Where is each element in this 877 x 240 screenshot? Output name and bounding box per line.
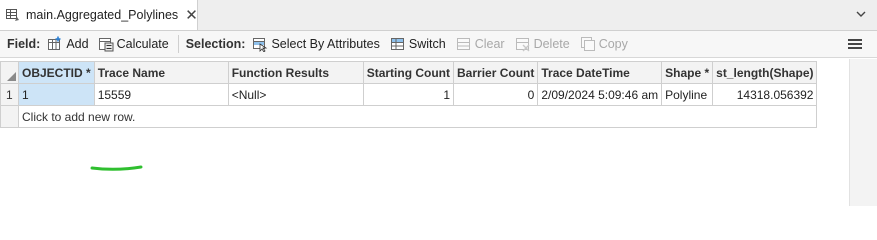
header-row: OBJECTID * Trace Name Function Results S… xyxy=(0,61,818,84)
delete-label: Delete xyxy=(533,37,570,51)
green-underline-annotation xyxy=(90,165,143,171)
cell-trace-datetime[interactable]: 2/09/2024 5:09:46 am xyxy=(537,83,663,106)
corner-triangle-icon xyxy=(7,72,16,81)
switch-label: Switch xyxy=(408,37,446,51)
cell-st-length[interactable]: 14318.056392 xyxy=(712,83,818,106)
selection-label: Selection: xyxy=(185,37,246,51)
toolbar-divider xyxy=(177,35,179,53)
clear-selection-icon xyxy=(456,36,472,52)
copy-label: Copy xyxy=(598,37,628,51)
column-header-shape[interactable]: Shape * xyxy=(661,61,714,84)
attribute-grid: OBJECTID * Trace Name Function Results S… xyxy=(0,61,818,128)
vertical-scrollbar[interactable] xyxy=(849,59,877,206)
column-header-st-length[interactable]: st_length(Shape) xyxy=(712,61,818,84)
calculate-field-button[interactable]: Calculate xyxy=(98,36,169,52)
switch-selection-icon xyxy=(390,36,406,52)
tab-title: main.Aggregated_Polylines xyxy=(26,8,179,22)
copy-selection-button[interactable]: Copy xyxy=(580,36,628,52)
select-by-attributes-icon xyxy=(252,36,268,52)
hamburger-menu-icon[interactable] xyxy=(848,37,862,51)
delete-selection-button[interactable]: Delete xyxy=(515,36,570,52)
add-new-row-text[interactable]: Click to add new row. xyxy=(17,105,818,128)
add-label: Add xyxy=(66,37,89,51)
column-header-trace-datetime[interactable]: Trace DateTime xyxy=(537,61,663,84)
table-row[interactable]: 1 1 15559 <Null> 1 0 2/09/2024 5:09:46 a… xyxy=(0,83,818,106)
switch-selection-button[interactable]: Switch xyxy=(390,36,446,52)
calculator-icon xyxy=(98,36,114,52)
delete-icon xyxy=(515,36,531,52)
tab-strip: main.Aggregated_Polylines ✕ xyxy=(0,0,877,31)
column-header-barrier-count[interactable]: Barrier Count xyxy=(453,61,539,84)
table-icon xyxy=(5,7,21,23)
cell-objectid[interactable]: 1 xyxy=(18,83,95,106)
cell-barrier-count[interactable]: 0 xyxy=(453,83,539,106)
tab-aggregated-polylines[interactable]: main.Aggregated_Polylines ✕ xyxy=(0,0,198,30)
column-header-objectid[interactable]: OBJECTID * xyxy=(18,61,95,84)
attribute-table: OBJECTID * Trace Name Function Results S… xyxy=(0,59,877,206)
cell-trace-name[interactable]: 15559 xyxy=(93,83,229,106)
add-new-row[interactable]: Click to add new row. xyxy=(0,105,818,128)
select-by-attributes-button[interactable]: Select By Attributes xyxy=(252,36,380,52)
field-label: Field: xyxy=(7,37,41,51)
add-field-button[interactable]: Add xyxy=(47,36,89,52)
row-number[interactable]: 1 xyxy=(0,83,19,106)
add-field-icon xyxy=(47,36,63,52)
clear-selection-button[interactable]: Clear xyxy=(456,36,505,52)
attribute-toolbar: Field: Add Calculate Selection: Select B… xyxy=(0,31,877,58)
cell-function-results[interactable]: <Null> xyxy=(227,83,364,106)
column-header-trace-name[interactable]: Trace Name xyxy=(93,61,229,84)
cell-starting-count[interactable]: 1 xyxy=(362,83,455,106)
column-header-starting-count[interactable]: Starting Count xyxy=(362,61,455,84)
column-header-function-results[interactable]: Function Results xyxy=(227,61,364,84)
chevron-down-icon[interactable] xyxy=(855,8,867,20)
close-icon[interactable]: ✕ xyxy=(185,8,198,23)
select-all-corner[interactable] xyxy=(0,61,19,84)
calculate-label: Calculate xyxy=(116,37,169,51)
clear-label: Clear xyxy=(474,37,505,51)
copy-icon xyxy=(580,36,596,52)
cell-shape[interactable]: Polyline xyxy=(661,83,714,106)
new-row-number xyxy=(0,105,19,128)
select-by-attributes-label: Select By Attributes xyxy=(271,37,380,51)
